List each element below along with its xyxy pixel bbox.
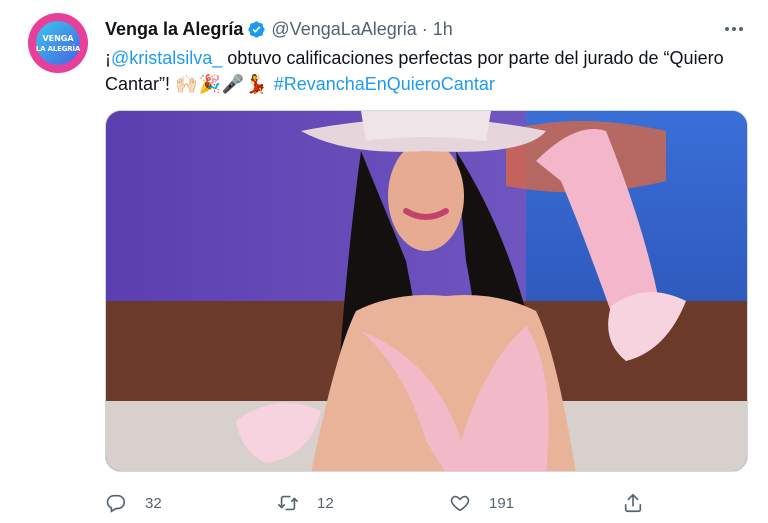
retweet-button[interactable]: 12: [277, 487, 334, 519]
like-count: 191: [489, 494, 515, 512]
separator: ·: [421, 18, 428, 39]
emoji-run: 🙌🏻🎉🎤💃: [175, 74, 269, 94]
display-name[interactable]: Venga la Alegría: [105, 19, 243, 40]
like-button[interactable]: 191: [449, 487, 514, 519]
avatar[interactable]: VENGA LA ALEGRÍA: [28, 13, 88, 73]
reply-icon: [106, 494, 126, 513]
reply-button[interactable]: 32: [105, 487, 162, 519]
tweet-text: ¡@kristalsilva_ obtuvo calificaciones pe…: [105, 45, 745, 97]
tweet-header: Venga la Alegría @VengaLaAlegria · 1h: [105, 17, 453, 41]
action-bar: 32 12 191: [105, 487, 665, 519]
handle[interactable]: @VengaLaAlegria: [271, 19, 416, 40]
more-icon[interactable]: [722, 17, 746, 41]
heart-icon: [450, 495, 470, 512]
avatar-logo-line2: LA ALEGRÍA: [35, 45, 81, 53]
photo-illustration: [106, 111, 747, 471]
avatar-ring: [36, 21, 80, 65]
reply-count: 32: [145, 494, 162, 512]
retweet-icon: [278, 495, 298, 511]
hashtag-link[interactable]: #RevanchaEnQuieroCantar: [274, 74, 495, 94]
tweet-card[interactable]: VENGA LA ALEGRÍA Venga la Alegría @Venga…: [0, 0, 768, 523]
tweet-photo[interactable]: [105, 110, 748, 472]
share-button[interactable]: [622, 487, 644, 519]
avatar-logo-line1: VENGA: [42, 34, 74, 43]
timestamp[interactable]: 1h: [433, 19, 453, 40]
mention-link[interactable]: @kristalsilva_: [111, 48, 222, 68]
verified-badge-icon: [248, 20, 266, 38]
share-icon: [624, 493, 642, 513]
retweet-count: 12: [317, 494, 334, 512]
